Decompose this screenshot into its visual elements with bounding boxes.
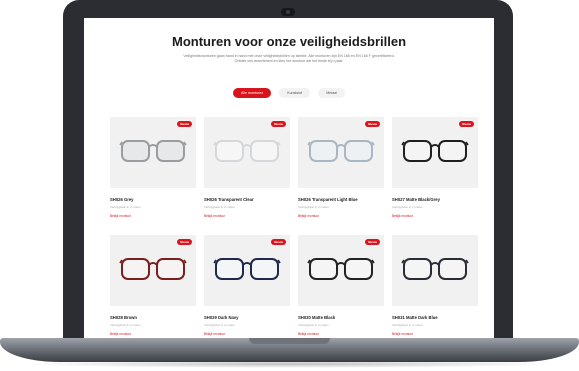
laptop-base-notch: [249, 338, 330, 344]
view-frame-link[interactable]: Bekijk montuur: [110, 332, 196, 336]
glasses-icon: [401, 258, 469, 280]
filter-chip-metal[interactable]: Metaal: [318, 88, 345, 98]
glasses-icon: [213, 140, 281, 162]
laptop-shadow: [20, 360, 559, 368]
product-image[interactable]: Nieuw: [392, 235, 478, 306]
new-badge: Nieuw: [177, 121, 192, 127]
view-frame-link[interactable]: Bekijk montuur: [392, 332, 478, 336]
product-meta: Verkrijgbaar in 2 maten: [110, 205, 141, 209]
product-grid: Nieuw SH026 Grey Verkrijgbaar in 2 maten…: [110, 117, 484, 338]
product-card[interactable]: Nieuw SH026 Transparent Light Blue Verkr…: [298, 117, 384, 225]
product-card[interactable]: Nieuw SH027 Matte Black/Grey Verkrijgbaa…: [392, 117, 478, 225]
new-badge: Nieuw: [365, 239, 380, 245]
glasses-icon: [119, 258, 187, 280]
filter-chip-all[interactable]: Alle monturen: [233, 88, 272, 98]
product-meta: Verkrijgbaar in 2 maten: [204, 323, 235, 327]
view-frame-link[interactable]: Bekijk montuur: [298, 214, 384, 218]
intro-text: Veiligheidsmonturen gaan hand in hand me…: [183, 54, 395, 64]
product-name[interactable]: SH026 Grey: [110, 197, 196, 202]
product-meta: Verkrijgbaar in 2 maten: [298, 323, 329, 327]
product-image[interactable]: Nieuw: [392, 117, 478, 188]
view-frame-link[interactable]: Bekijk montuur: [204, 214, 290, 218]
view-frame-link[interactable]: Bekijk montuur: [204, 332, 290, 336]
new-badge: Nieuw: [459, 121, 474, 127]
glasses-icon: [401, 140, 469, 162]
glasses-icon: [307, 258, 375, 280]
glasses-icon: [119, 140, 187, 162]
product-name[interactable]: SH026 Transparent Clear: [204, 197, 290, 202]
glasses-icon: [307, 140, 375, 162]
product-image[interactable]: Nieuw: [298, 235, 384, 306]
product-meta: Verkrijgbaar in 2 maten: [392, 323, 423, 327]
glasses-icon: [213, 258, 281, 280]
product-meta: Verkrijgbaar in 2 maten: [110, 323, 141, 327]
browser-screen: Monturen voor onze veiligheidsbrillen Ve…: [84, 18, 494, 338]
product-name[interactable]: SH031 Matte Dark Blue: [392, 315, 478, 320]
product-image[interactable]: Nieuw: [204, 117, 290, 188]
view-frame-link[interactable]: Bekijk montuur: [392, 214, 478, 218]
new-badge: Nieuw: [271, 121, 286, 127]
view-frame-link[interactable]: Bekijk montuur: [110, 214, 196, 218]
filter-chip-plastic[interactable]: Kunststof: [279, 88, 311, 98]
product-meta: Verkrijgbaar in 2 maten: [204, 205, 235, 209]
product-card[interactable]: Nieuw SH026 Transparent Clear Verkrijgba…: [204, 117, 290, 225]
product-image[interactable]: Nieuw: [204, 235, 290, 306]
product-name[interactable]: SH028 Brown: [110, 315, 196, 320]
view-frame-link[interactable]: Bekijk montuur: [298, 332, 384, 336]
product-name[interactable]: SH027 Matte Black/Grey: [392, 197, 478, 202]
product-meta: Verkrijgbaar in 2 maten: [392, 205, 423, 209]
product-card[interactable]: Nieuw SH030 Matte Black Verkrijgbaar in …: [298, 235, 384, 338]
product-image[interactable]: Nieuw: [298, 117, 384, 188]
product-card[interactable]: Nieuw SH031 Matte Dark Blue Verkrijgbaar…: [392, 235, 478, 338]
product-image[interactable]: Nieuw: [110, 235, 196, 306]
new-badge: Nieuw: [271, 239, 286, 245]
product-name[interactable]: SH029 Dark Navy: [204, 315, 290, 320]
product-image[interactable]: Nieuw: [110, 117, 196, 188]
page-title: Monturen voor onze veiligheidsbrillen: [171, 34, 407, 49]
product-card[interactable]: Nieuw SH026 Grey Verkrijgbaar in 2 maten…: [110, 117, 196, 225]
filter-bar: Alle monturen Kunststof Metaal: [84, 88, 494, 98]
product-name[interactable]: SH030 Matte Black: [298, 315, 384, 320]
product-card[interactable]: Nieuw SH028 Brown Verkrijgbaar in 2 mate…: [110, 235, 196, 338]
webcam-icon: [281, 8, 295, 16]
new-badge: Nieuw: [365, 121, 380, 127]
product-card[interactable]: Nieuw SH029 Dark Navy Verkrijgbaar in 2 …: [204, 235, 290, 338]
product-meta: Verkrijgbaar in 2 maten: [298, 205, 329, 209]
product-name[interactable]: SH026 Transparent Light Blue: [298, 197, 384, 202]
new-badge: Nieuw: [177, 239, 192, 245]
